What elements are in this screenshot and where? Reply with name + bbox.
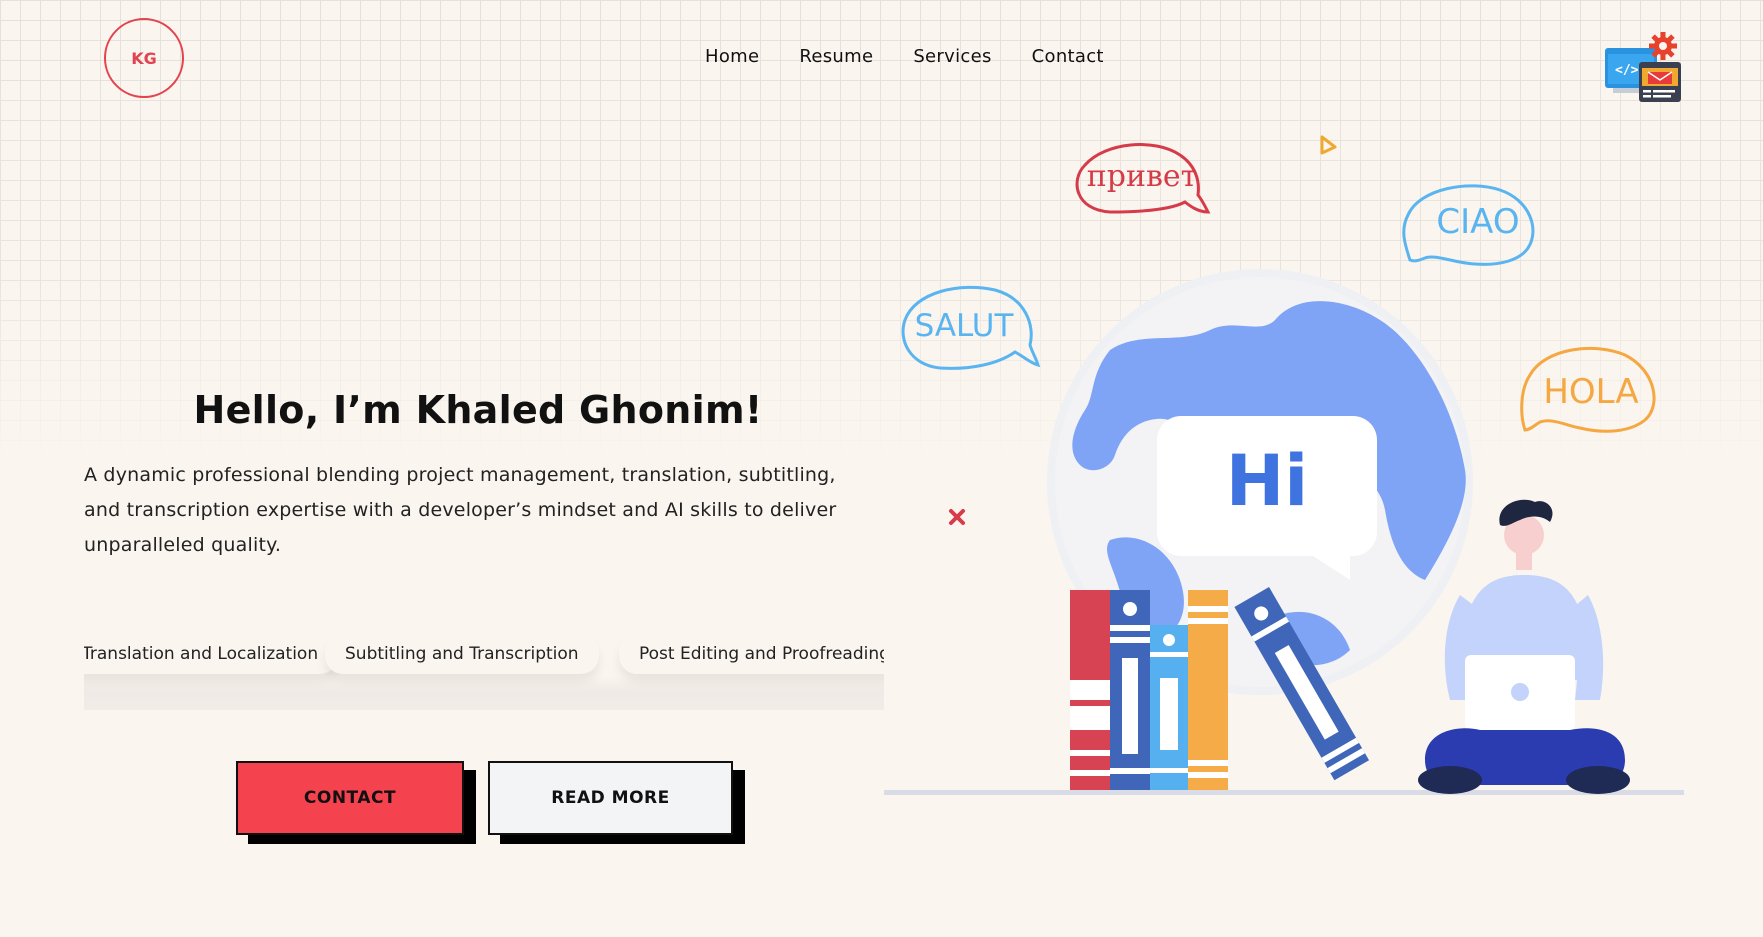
bubble-hola-text: HOLA: [1543, 372, 1638, 412]
close-x-icon: [949, 509, 965, 525]
svg-text:</>: </>: [1615, 63, 1639, 78]
shelf: [884, 790, 1684, 795]
read-more-button[interactable]: READ MORE: [488, 761, 733, 835]
skill-chip: Subtitling and Transcription: [325, 634, 599, 674]
language-illustration: привет CIAO SALUT HOLA Hi: [884, 135, 1684, 795]
bubble-salut-text: SALUT: [915, 308, 1015, 344]
contact-button[interactable]: CONTACT: [236, 761, 464, 835]
hero-description: A dynamic professional blending project …: [84, 464, 837, 556]
hi-speech-bubble: Hi: [1157, 416, 1377, 580]
nav-services[interactable]: Services: [913, 46, 991, 67]
bubble-privet: привет: [1075, 143, 1211, 214]
nav-contact[interactable]: Contact: [1032, 46, 1104, 67]
logo-text: KG: [131, 48, 157, 68]
kg-logo[interactable]: KG: [104, 18, 184, 98]
main-nav: Home Resume Services Contact: [705, 46, 1104, 67]
skill-chip: Translation and Localization: [84, 634, 339, 674]
hero-title: Hello, I’m Khaled Ghonim!: [193, 388, 763, 432]
bubble-ciao: CIAO: [1402, 184, 1535, 266]
hi-text: Hi: [1226, 440, 1309, 522]
bubble-ciao-text: CIAO: [1436, 202, 1519, 242]
nav-resume[interactable]: Resume: [799, 46, 873, 67]
skill-chip: Post Editing and Proofreading: [619, 634, 884, 674]
web-development-gear-icon[interactable]: </>: [1605, 28, 1685, 108]
skills-carousel: Translation and Localization Subtitling …: [84, 626, 884, 710]
bubble-privet-text: привет: [1087, 159, 1197, 194]
nav-home[interactable]: Home: [705, 46, 759, 67]
bubble-salut: SALUT: [901, 285, 1041, 370]
bubble-hola: HOLA: [1520, 346, 1656, 433]
play-triangle-icon: [1320, 135, 1337, 155]
